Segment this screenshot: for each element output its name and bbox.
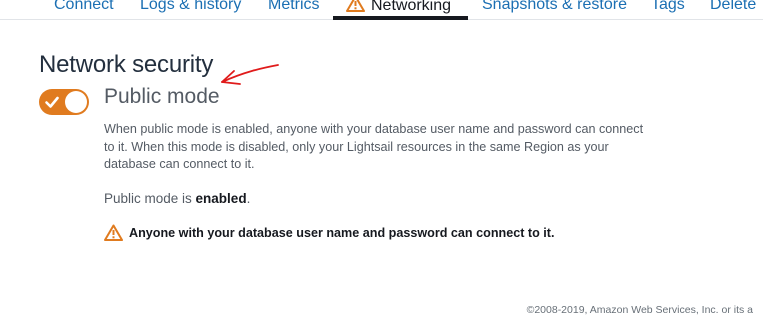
status-prefix: Public mode is	[104, 191, 196, 206]
warning-text: Anyone with your database user name and …	[129, 226, 555, 240]
status-suffix: .	[246, 191, 251, 206]
footer-copyright: ©2008-2019, Amazon Web Services, Inc. or…	[526, 304, 753, 316]
warning-icon	[104, 224, 123, 244]
tab-connect[interactable]: Connect	[54, 0, 114, 15]
section-title: Network security	[39, 51, 214, 78]
public-mode-status: Public mode is enabled.	[104, 191, 250, 206]
tab-metrics[interactable]: Metrics	[268, 0, 320, 15]
public-mode-description: When public mode is enabled, anyone with…	[104, 122, 644, 171]
tab-logs-history[interactable]: Logs & history	[140, 0, 241, 15]
checkmark-icon	[44, 94, 60, 115]
tab-snapshots-restore[interactable]: Snapshots & restore	[482, 0, 627, 15]
toggle-knob	[65, 91, 87, 113]
tab-tags[interactable]: Tags	[651, 0, 685, 15]
active-tab-indicator	[333, 16, 468, 20]
public-mode-toggle[interactable]	[39, 89, 89, 115]
tab-networking-label: Networking	[371, 0, 452, 14]
status-value: enabled	[195, 191, 247, 206]
tab-bar: Connect Logs & history Metrics Networkin…	[0, 0, 763, 20]
public-mode-label: Public mode	[104, 85, 220, 108]
tab-delete[interactable]: Delete	[710, 0, 756, 15]
red-arrow-annotation	[221, 64, 279, 85]
